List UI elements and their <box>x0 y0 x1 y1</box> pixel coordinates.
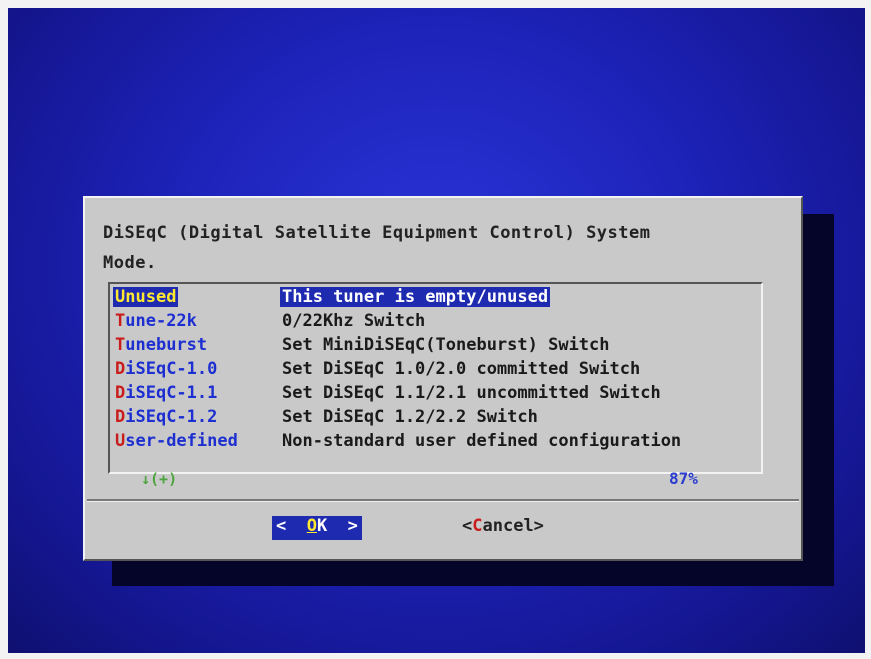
menu-item-unused[interactable]: Unused This tuner is empty/unused <box>110 287 551 311</box>
tag-rest: une-22k <box>125 311 197 331</box>
tag-rest: uneburst <box>125 335 208 355</box>
hotkey: D <box>115 359 126 379</box>
cancel-rest: ancel> <box>482 516 544 536</box>
menu-item-description: Set MiniDiSEqC(Toneburst) Switch <box>282 335 610 355</box>
cancel-left: < <box>462 516 473 536</box>
ok-button[interactable]: < OK > <box>272 516 362 540</box>
menu-item-diseqc-1-2[interactable]: DiSEqC-1.2 Set DiSEqC 1.2/2.2 Switch <box>110 407 538 431</box>
menu-item-tune-22k[interactable]: Tune-22k 0/22Khz Switch <box>110 311 425 335</box>
menu-item-diseqc-1-0[interactable]: DiSEqC-1.0 Set DiSEqC 1.0/2.0 committed … <box>110 359 640 383</box>
menu-item-tag: Unused <box>113 287 179 307</box>
menu-item-tag: Tuneburst <box>115 335 207 355</box>
menu-item-tag: DiSEqC-1.1 <box>115 383 217 403</box>
menu-item-toneburst[interactable]: Tuneburst Set MiniDiSEqC(Toneburst) Swit… <box>110 335 610 359</box>
hotkey: U <box>115 287 126 307</box>
cancel-button[interactable]: <Cancel> <box>462 516 544 540</box>
hotkey: D <box>115 383 126 403</box>
hotkey: T <box>115 335 126 355</box>
menu-item-tag: DiSEqC-1.0 <box>115 359 217 379</box>
menu-item-tag: User-defined <box>115 431 238 451</box>
tag-rest: nused <box>125 287 177 307</box>
tag-rest: iSEqC-1.2 <box>125 407 218 427</box>
ok-left: < <box>276 516 307 536</box>
menu-item-description: Non-standard user defined configuration <box>282 431 682 451</box>
menu-item-diseqc-1-1[interactable]: DiSEqC-1.1 Set DiSEqC 1.1/2.1 uncommitte… <box>110 383 661 407</box>
menu-item-description: This tuner is empty/unused <box>280 287 551 307</box>
tag-rest: iSEqC-1.1 <box>125 383 218 403</box>
menu-list: Unused This tuner is empty/unused Tune-2… <box>108 282 763 474</box>
hotkey: T <box>115 311 126 331</box>
menu-item-tag: DiSEqC-1.2 <box>115 407 217 427</box>
menu-item-description: Set DiSEqC 1.2/2.2 Switch <box>282 407 538 427</box>
menu-item-user-defined[interactable]: User-defined Non-standard user defined c… <box>110 431 681 455</box>
menu-item-description: 0/22Khz Switch <box>282 311 426 331</box>
ok-rest: K > <box>316 516 358 536</box>
tag-rest: iSEqC-1.0 <box>125 359 218 379</box>
cancel-hotkey: C <box>472 516 483 536</box>
menu-item-tag: Tune-22k <box>115 311 197 331</box>
menu-item-description: Set DiSEqC 1.0/2.0 committed Switch <box>282 359 641 379</box>
hotkey: D <box>115 407 126 427</box>
ok-hotkey: O <box>306 516 317 536</box>
hotkey: U <box>115 431 126 451</box>
button-separator <box>87 499 799 502</box>
screen-background: DiSEqC (Digital Satellite Equipment Cont… <box>8 8 865 653</box>
scroll-down-indicator: ↓(+) <box>141 470 178 488</box>
menu-item-description: Set DiSEqC 1.1/2.1 uncommitted Switch <box>282 383 661 403</box>
dialog-title-line1: DiSEqC (Digital Satellite Equipment Cont… <box>103 223 651 243</box>
scroll-percent: 87% <box>669 469 698 488</box>
tag-rest: ser-defined <box>125 431 238 451</box>
dialog-title-line2: Mode. <box>103 253 157 273</box>
diseqc-dialog: DiSEqC (Digital Satellite Equipment Cont… <box>83 196 803 561</box>
